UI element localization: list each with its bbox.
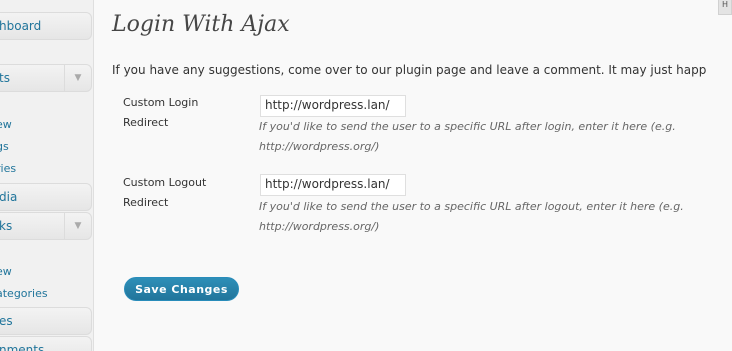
triangle-down-icon[interactable]: ▼ <box>64 213 91 239</box>
submenu-item[interactable]: ew <box>0 118 12 131</box>
menu-posts-label: ts <box>0 71 10 85</box>
submenu-item[interactable]: ew <box>0 265 12 278</box>
login-redirect-input[interactable]: http://wordpress.lan/ <box>260 95 406 117</box>
submenu-item[interactable]: ategories <box>0 287 48 300</box>
menu-links[interactable]: ks ▼ <box>0 212 92 240</box>
menu-pages-label: es <box>0 314 13 328</box>
login-redirect-label: Custom Login Redirect <box>123 96 199 129</box>
logout-redirect-description: If you'd like to send the user to a spec… <box>259 200 684 233</box>
logout-redirect-input[interactable]: http://wordpress.lan/ <box>260 174 406 196</box>
menu-links-label: ks <box>0 219 13 233</box>
main-content: Login With Ajax If you have any suggesti… <box>93 0 732 351</box>
menu-media[interactable]: dia <box>0 183 92 211</box>
help-tab[interactable]: H <box>718 0 732 15</box>
menu-dashboard[interactable]: hboard <box>0 12 92 40</box>
submenu-item[interactable]: ries <box>0 162 16 175</box>
menu-comments-label: nments <box>0 343 45 351</box>
page-title: Login With Ajax <box>112 12 290 37</box>
intro-text: If you have any suggestions, come over t… <box>112 63 707 77</box>
menu-dashboard-label: hboard <box>0 19 42 33</box>
save-changes-button[interactable]: Save Changes <box>124 277 239 301</box>
admin-sidebar: hboard ts ▼ ew gs ries dia ks ▼ ew atego… <box>0 0 94 351</box>
triangle-down-icon[interactable]: ▼ <box>64 65 91 91</box>
logout-redirect-label: Custom Logout Redirect <box>123 176 207 209</box>
menu-media-label: dia <box>0 190 18 204</box>
menu-pages[interactable]: es <box>0 307 92 335</box>
submenu-item[interactable]: gs <box>0 140 9 153</box>
login-redirect-description: If you'd like to send the user to a spec… <box>259 120 676 153</box>
menu-comments[interactable]: nments <box>0 336 92 351</box>
menu-posts[interactable]: ts ▼ <box>0 64 92 92</box>
